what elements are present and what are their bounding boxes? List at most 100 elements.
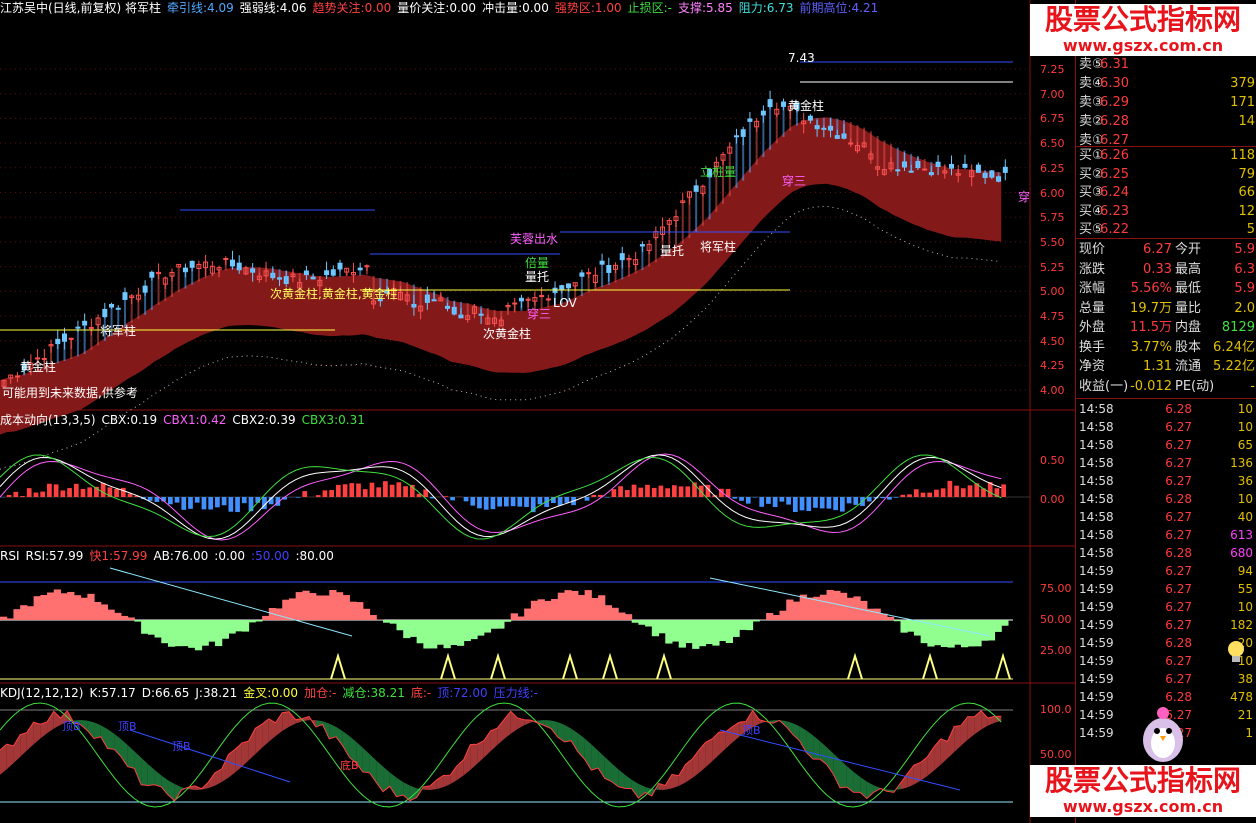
candle-body (357, 267, 363, 271)
rsi-fill (900, 620, 908, 633)
tick-time: 14:59 (1079, 636, 1114, 650)
tick-time: 14:58 (1079, 510, 1114, 524)
main-y-tick: 4.50 (1040, 334, 1065, 348)
cbx-bar (490, 497, 496, 510)
rsi-fill (134, 620, 142, 622)
rsi-fill (53, 589, 61, 620)
stat-value: 6.24亿 (1213, 339, 1255, 355)
kdj-fill (611, 763, 619, 787)
rsi-signal (330, 652, 346, 680)
stat-value: 5.9 (1234, 242, 1255, 257)
cbx-bar (87, 487, 93, 497)
cbx-bar (396, 482, 402, 497)
rsi-fill (114, 612, 122, 620)
kdj-fill (241, 740, 249, 767)
cbx-bar (913, 489, 919, 497)
kdj-fill (161, 775, 168, 795)
rsi-fill (732, 620, 740, 637)
cbx-bar (611, 489, 617, 497)
stat-row: 换手 3.77% 股本 6.24亿 (1076, 338, 1256, 357)
cbx-bar (665, 488, 670, 497)
main-y-tick: 7.25 (1040, 63, 1065, 76)
cbx-bar (618, 486, 623, 497)
tick-price: 6.27 (1165, 456, 1192, 470)
kdj-fill (47, 711, 54, 734)
rsi-fill (477, 620, 485, 636)
rsi-fill (208, 620, 216, 642)
cbx-bar (228, 497, 234, 512)
rsi-fill (967, 620, 975, 647)
kdj-fill (362, 747, 370, 773)
cbx-bar (53, 484, 59, 497)
rsi-fill (463, 620, 471, 642)
tick-time: 14:58 (1079, 546, 1114, 560)
cbx-bar (920, 492, 926, 497)
tick-volume: 36 (1237, 474, 1253, 488)
chart-area[interactable]: 江苏吴中(日线,前复权) 将军柱 牵引线:4.09 强弱线:4.06 趋势关注:0.0… (0, 0, 1075, 823)
rsi-fill (423, 620, 431, 649)
kdj-signal-label: 顶B (172, 740, 191, 753)
rsi-fill (638, 620, 646, 625)
rsi-fill (645, 620, 653, 627)
cbx-bar (685, 486, 691, 497)
kdj-header-item: 加仓:- (304, 686, 337, 700)
rsi-fill (577, 595, 586, 620)
cbx-bar (772, 497, 778, 507)
rsi-fill (826, 589, 834, 620)
candle-body (189, 260, 195, 268)
buy-volume: 118 (1230, 148, 1255, 163)
rsi-fill (396, 620, 404, 631)
kdj-fill (806, 730, 814, 760)
rsi-fill (470, 620, 478, 640)
rsi-fill (618, 612, 626, 620)
kdj-fill (396, 777, 404, 797)
tick-volume: 680 (1230, 546, 1253, 560)
rsi-fill (288, 598, 297, 620)
kdj-header-item: 底:- (410, 686, 432, 700)
candle-body (182, 267, 188, 273)
tick-volume: 136 (1230, 456, 1253, 470)
tick-time: 14:59 (1079, 726, 1114, 740)
cbx-bar (356, 483, 361, 497)
rsi-fill (994, 620, 1002, 632)
lightbulb-icon[interactable] (1226, 640, 1246, 666)
rsi-fill (436, 620, 445, 645)
tick-price: 6.28 (1165, 546, 1192, 560)
cbx-bar (967, 485, 973, 497)
rsi-fill (591, 597, 599, 620)
watermark-bottom: 股票公式指标网 www.gszx.com.cn (1030, 765, 1256, 817)
rsi-fill (13, 609, 21, 620)
rsi-fill (819, 594, 828, 620)
candle-body (747, 118, 753, 122)
rsi-fill (262, 615, 270, 620)
candle-body (908, 170, 914, 173)
kdj-fill (672, 774, 679, 789)
cbx-bar (235, 497, 240, 513)
rsi-fill (329, 589, 337, 620)
cbx-bar (678, 486, 684, 497)
cbx-bar (403, 486, 408, 497)
kdj-fill (840, 759, 847, 788)
cbx-bar (174, 497, 180, 503)
rsi-fill (194, 620, 203, 651)
rsi-fill (739, 620, 747, 630)
kdj-fill (907, 765, 914, 788)
stat-label: 涨幅 (1079, 281, 1106, 296)
rsi-fill (833, 590, 841, 620)
watermark-url: www.gszx.com.cn (1030, 797, 1256, 817)
rsi-fill (604, 605, 613, 620)
kdj-header-item: 减仓:38.21 (342, 686, 405, 700)
cbx-bar (517, 497, 523, 507)
stat-label: 最低 (1175, 281, 1202, 296)
cbx-bar (6, 494, 12, 497)
rsi-header-item: RSI (0, 549, 20, 563)
stat-label: 量比 (1175, 300, 1202, 316)
rsi-fill (94, 601, 102, 620)
kdj-fill (383, 766, 390, 792)
tick-volume: 65 (1237, 438, 1253, 452)
rsi-fill (20, 605, 28, 620)
tick-row: 14:59 6.27 38 (1076, 670, 1256, 688)
tick-price: 6.28 (1165, 636, 1192, 650)
cbx-bar (329, 489, 334, 497)
cbx-bar (33, 492, 39, 497)
